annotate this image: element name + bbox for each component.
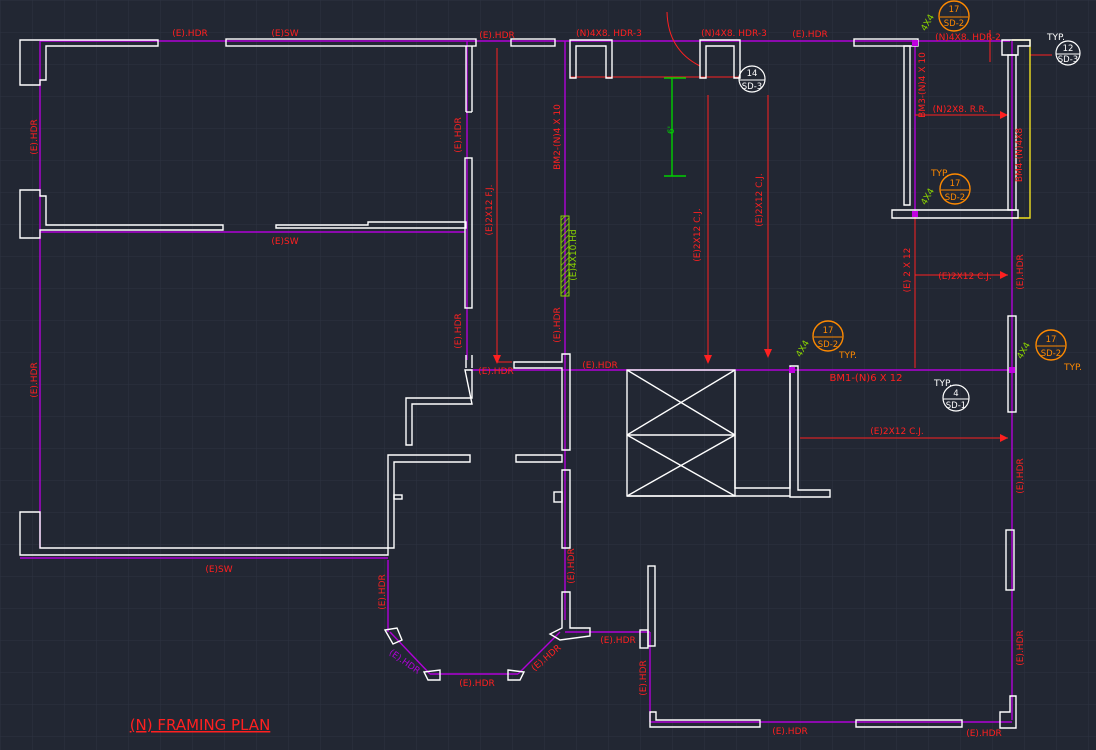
grid-background bbox=[0, 0, 1096, 750]
svg-text:TYP.: TYP. bbox=[1063, 363, 1082, 373]
label-sw-bottom: (E)SW bbox=[205, 565, 232, 575]
label-fj: (E)2X12 F.J. bbox=[485, 184, 495, 235]
svg-text:17: 17 bbox=[950, 179, 961, 189]
label-sw-top: (E)SW bbox=[271, 29, 298, 39]
label-hdr3-a: (N)4X8. HDR-3 bbox=[576, 29, 642, 39]
label-hdr-inner-lower: (E).HDR bbox=[454, 313, 464, 349]
svg-text:SD-2: SD-2 bbox=[1041, 349, 1061, 359]
label-e2x12: (E) 2 X 12 bbox=[903, 248, 913, 293]
cad-drawing-canvas[interactable]: 17 SD-2 17 SD-2 17 SD-2 17 SD-2 14 SD-3 … bbox=[0, 0, 1096, 750]
label-hdr-top-mid: (E).HDR bbox=[479, 31, 515, 41]
label-hdr-bay-bottom: (E).HDR bbox=[459, 679, 495, 689]
label-hdr-entry: (E).HDR bbox=[478, 367, 514, 377]
label-cj-lower: (E)2X12 C.J. bbox=[870, 427, 924, 437]
label-hdr-bay-left: (E).HDR bbox=[378, 574, 388, 610]
label-cj-a: (E)2X12 C.J. bbox=[693, 208, 703, 262]
svg-text:SD-3: SD-3 bbox=[742, 82, 762, 92]
label-hdr-right-b: (E).HDR bbox=[1016, 458, 1026, 494]
label-hdr-left-lower: (E).HDR bbox=[30, 362, 40, 398]
label-rr: (N)2X8. R.R. bbox=[933, 105, 988, 115]
svg-text:17: 17 bbox=[949, 5, 960, 15]
label-hdr-closet: (E).HDR bbox=[600, 636, 636, 646]
plan-title: (N) FRAMING PLAN bbox=[130, 716, 271, 734]
label-hdr-top-right: (E).HDR bbox=[792, 30, 828, 40]
hatched-post bbox=[560, 215, 570, 297]
svg-text:SD-2: SD-2 bbox=[944, 19, 964, 29]
label-hdr-bottom: (E).HDR bbox=[772, 727, 808, 737]
svg-text:SD-2: SD-2 bbox=[945, 193, 965, 203]
framing-plan-svg: 17 SD-2 17 SD-2 17 SD-2 17 SD-2 14 SD-3 … bbox=[0, 0, 1096, 750]
label-sw-mid: (E)SW bbox=[271, 237, 298, 247]
svg-text:17: 17 bbox=[1046, 335, 1057, 345]
label-cj-b: (E)2X12 C.J. bbox=[755, 173, 765, 227]
label-hdr-small: (E).HDR bbox=[582, 361, 618, 371]
label-hdr3-b: (N)4X8. HDR-3 bbox=[701, 29, 767, 39]
label-cj-right: (E)2X12 C.J. bbox=[938, 272, 992, 282]
svg-text:TYP.: TYP. bbox=[930, 169, 949, 179]
label-hdr-top-left: (E).HDR bbox=[172, 29, 208, 39]
label-hdr-bottom-right: (E).HDR bbox=[966, 729, 1002, 739]
svg-text:SD-2: SD-2 bbox=[818, 340, 838, 350]
label-hdr-right-a: (E).HDR bbox=[1016, 254, 1026, 290]
label-hdr2: (N)4X8. HDR-2 bbox=[935, 33, 1001, 43]
label-bm1: BM1-(N)6 X 12 bbox=[829, 373, 902, 384]
svg-text:4: 4 bbox=[953, 389, 958, 399]
svg-text:TYP.: TYP. bbox=[1046, 33, 1065, 43]
label-hdr-left-vert: (E).HDR bbox=[30, 119, 40, 155]
label-hdr-closet-vert: (E).HDR bbox=[639, 660, 649, 696]
label-bm3: BM3-(N)4 X 10 bbox=[918, 52, 928, 118]
label-bm2: BM2-(N)4 X 10 bbox=[553, 104, 563, 170]
label-hdr-right-c: (E).HDR bbox=[1016, 630, 1026, 666]
svg-text:14: 14 bbox=[747, 69, 758, 79]
label-bm4: BM4-(N)4X8 bbox=[1015, 128, 1025, 183]
svg-text:SD-1: SD-1 bbox=[946, 401, 966, 411]
svg-text:17: 17 bbox=[823, 326, 834, 336]
svg-text:TYP.: TYP. bbox=[933, 379, 952, 389]
label-hdr-center-vert: (E).HDR bbox=[553, 307, 563, 343]
label-dim-6: 6' bbox=[667, 126, 677, 134]
svg-text:TYP.: TYP. bbox=[838, 351, 857, 361]
svg-text:SD-3: SD-3 bbox=[1058, 55, 1078, 65]
svg-text:12: 12 bbox=[1063, 44, 1074, 54]
label-hdr-inner-upper: (E).HDR bbox=[454, 117, 464, 153]
label-hdr-bay-right: (E).HDR bbox=[567, 548, 577, 584]
label-post-4x10: (E)4X10.Hd bbox=[569, 229, 579, 280]
